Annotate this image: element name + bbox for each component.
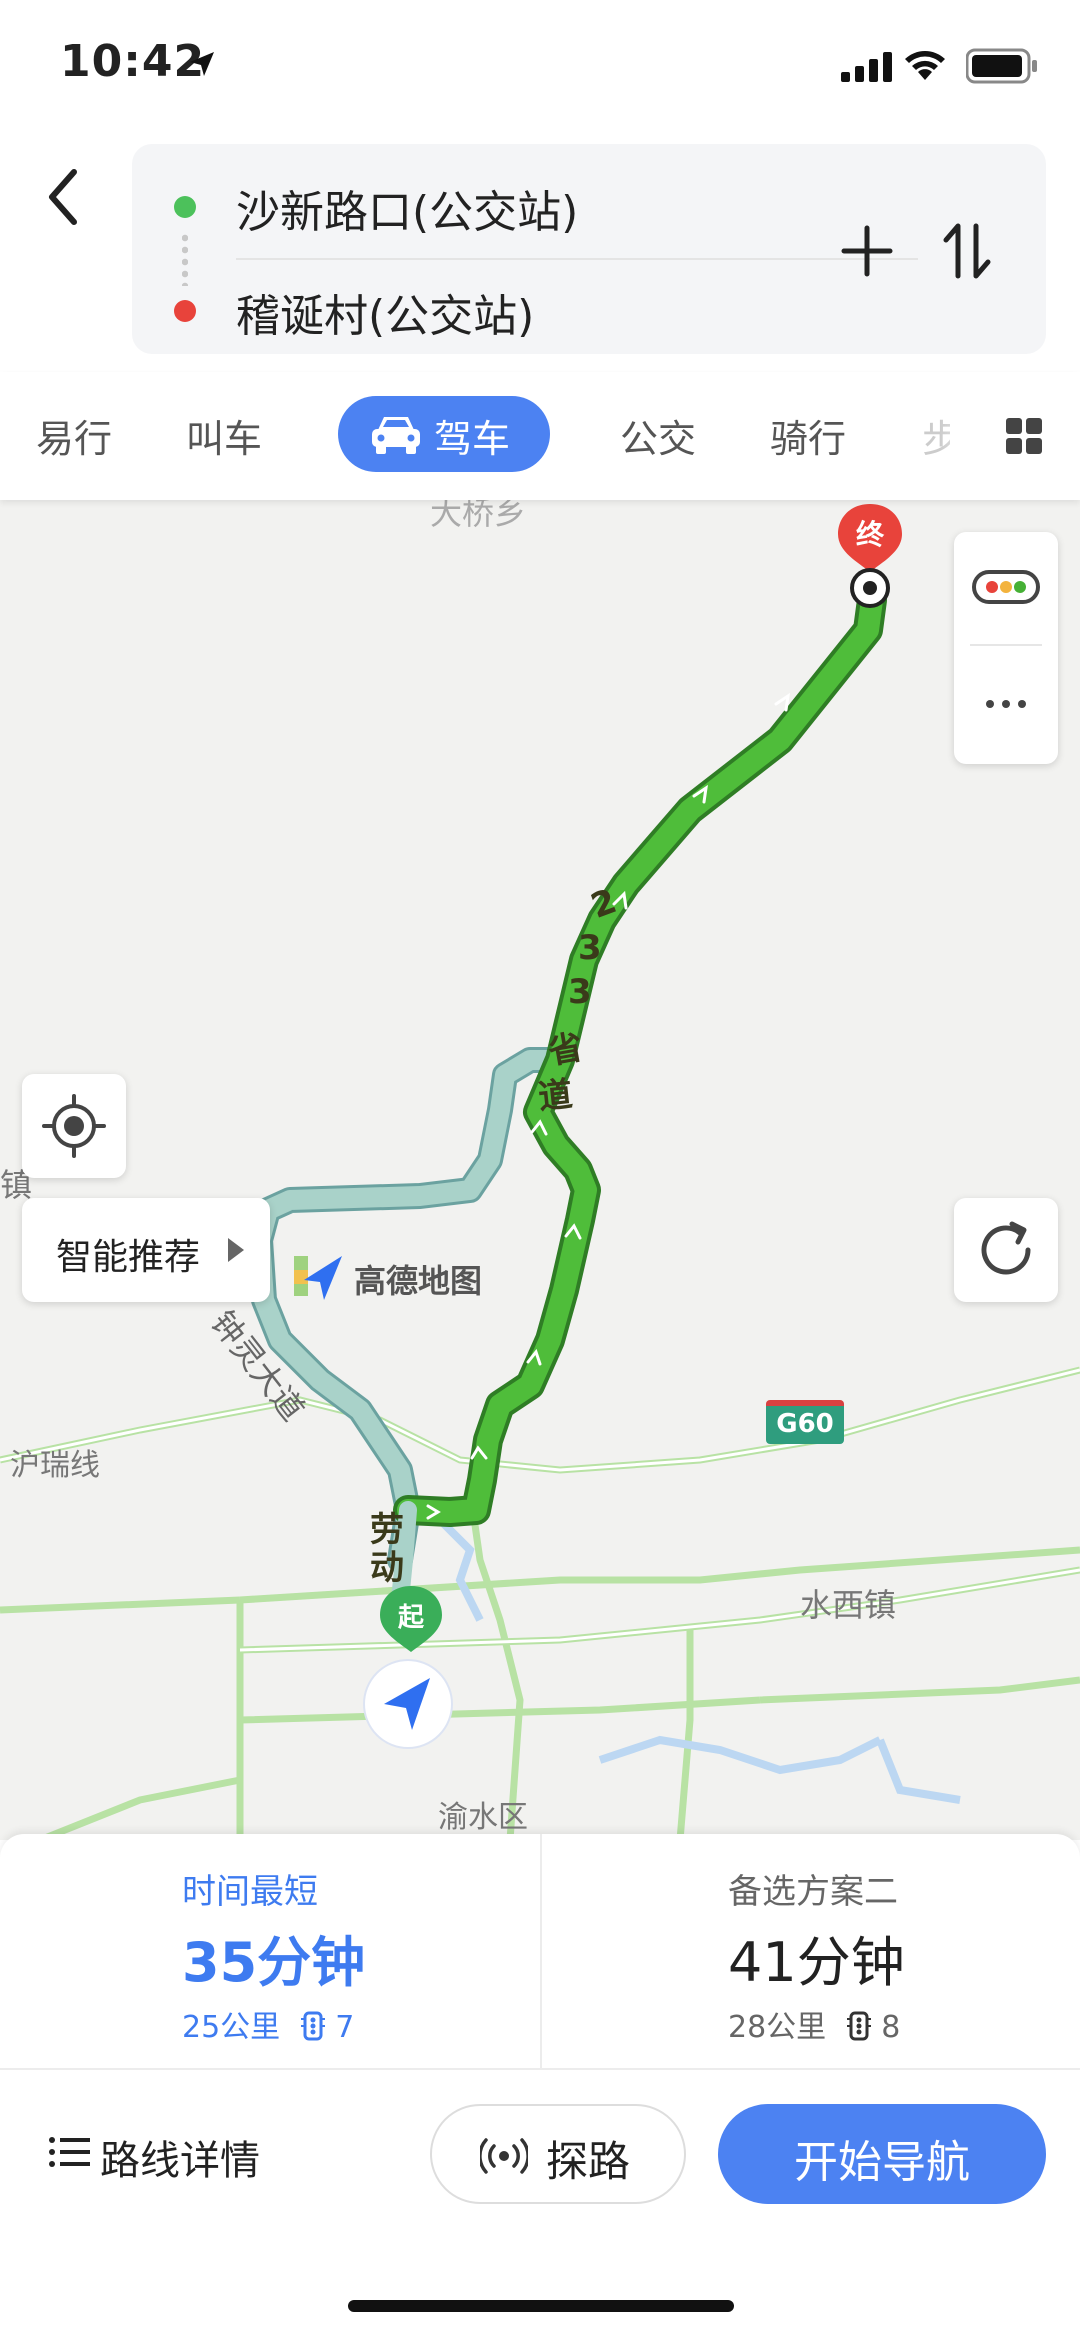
traffic-light-icon[interactable]: [954, 532, 1058, 644]
tab-bike[interactable]: 骑行: [770, 408, 846, 463]
start-location-field[interactable]: 沙新路口(公交站): [236, 176, 578, 240]
map-place-label: 大桥乡: [430, 500, 527, 532]
route-duration: 41分钟: [728, 1931, 905, 1994]
grid-menu-icon[interactable]: [1004, 416, 1044, 456]
list-icon: [49, 2137, 90, 2167]
refresh-button[interactable]: [954, 1198, 1058, 1302]
route-meta: 25公里 7: [182, 2002, 354, 2046]
amap-brand: 高德地图: [290, 1248, 482, 1308]
map-road-label: 沪瑞线: [10, 1448, 100, 1483]
status-bar: 10:42: [0, 0, 1080, 132]
route-tag: 备选方案二: [728, 1872, 898, 1912]
route-lights: 8: [881, 2010, 901, 2045]
location-arrow-icon: [190, 52, 214, 76]
cellular-signal-icon: [841, 52, 892, 82]
home-indicator: [348, 2300, 734, 2312]
start-navigation-button[interactable]: 开始导航: [718, 2104, 1046, 2204]
tab-drive[interactable]: 驾车: [338, 396, 550, 472]
route-road-label: 3: [578, 928, 602, 968]
route-road-label: 道: [536, 1074, 575, 1118]
end-location-field[interactable]: 稽诞村(公交站): [236, 280, 534, 344]
tab-easy[interactable]: 易行: [36, 408, 112, 463]
start-navigation-label: 开始导航: [794, 2137, 970, 2188]
back-arrow-icon[interactable]: [38, 162, 88, 232]
more-options-icon[interactable]: [954, 646, 1058, 762]
add-waypoint-icon[interactable]: [832, 216, 902, 286]
divider: [236, 258, 918, 260]
locate-me-button[interactable]: [22, 1074, 126, 1178]
pin-start-text: 起: [398, 1603, 425, 1633]
route-road-label: 动: [370, 1548, 404, 1588]
smart-recommend-label: 智能推荐: [56, 1237, 201, 1278]
battery-icon: [966, 48, 1037, 84]
action-bar: 路线详情 探路 开始导航: [0, 2070, 1080, 2339]
map-view[interactable]: 大桥乡 镇 沪瑞线 水西镇 渝水区 2 3 3 省 道 钟灵大道 劳 动 G60…: [0, 500, 1080, 1840]
route-meta: 28公里 8: [728, 2002, 900, 2046]
wifi-icon: [905, 51, 945, 80]
route-road-label: 3: [568, 972, 592, 1012]
route-input-box: 沙新路口(公交站) 稽诞村(公交站): [132, 144, 1046, 354]
traffic-light-count-icon: [846, 2011, 871, 2041]
map-place-label: 渝水区: [438, 1800, 528, 1835]
tab-fade: [940, 372, 990, 500]
tab-taxi[interactable]: 叫车: [186, 408, 262, 463]
amap-logo-icon: [294, 1256, 342, 1300]
route-tag: 时间最短: [182, 1872, 318, 1912]
route-distance: 25公里: [182, 2010, 281, 2045]
route-option-1[interactable]: 时间最短 35分钟 25公里 7: [0, 1834, 540, 2070]
route-lights: 7: [335, 2010, 355, 2045]
highway-shield: G60: [766, 1400, 844, 1444]
route-header: 沙新路口(公交站) 稽诞村(公交站): [0, 132, 1080, 372]
route-duration: 35分钟: [182, 1931, 366, 1994]
tab-drive-label: 驾车: [434, 417, 511, 461]
probe-route-button[interactable]: 探路: [430, 2104, 686, 2204]
route-details-label: 路线详情: [100, 2138, 260, 2184]
start-dot-icon: [174, 196, 196, 218]
tab-bus[interactable]: 公交: [620, 408, 696, 463]
route-option-2[interactable]: 备选方案二 41分钟 28公里 8: [540, 1834, 1080, 2070]
broadcast-icon: [480, 2138, 528, 2174]
traffic-light-count-icon: [300, 2011, 325, 2041]
map-tools-panel: [954, 532, 1058, 764]
map-place-label: 水西镇: [800, 1586, 897, 1624]
route-details-button[interactable]: 路线详情: [48, 2122, 260, 2184]
status-time: 10:42: [60, 36, 206, 87]
refresh-icon: [981, 1221, 1031, 1275]
amap-brand-text: 高德地图: [354, 1262, 483, 1300]
transport-mode-tabs: 易行 叫车 驾车 公交 骑行 步: [0, 372, 1080, 500]
crosshair-icon: [42, 1094, 106, 1158]
pin-end-text: 终: [856, 518, 885, 551]
map-roads: [0, 585, 1080, 1840]
route-options: 时间最短 35分钟 25公里 7 备选方案二 41分钟 28公里 8: [0, 1834, 1080, 2070]
swap-icon[interactable]: [932, 216, 1002, 286]
play-triangle-icon: [228, 1238, 244, 1262]
probe-route-label: 探路: [546, 2137, 631, 2186]
car-icon: [372, 417, 420, 454]
dotted-connector: [182, 232, 188, 286]
current-location-puck-icon: [363, 1659, 453, 1749]
route-distance: 28公里: [728, 2010, 827, 2045]
destination-pin-icon[interactable]: 终: [834, 500, 906, 610]
end-dot-icon: [174, 300, 196, 322]
smart-recommend-button[interactable]: 智能推荐: [22, 1198, 270, 1302]
